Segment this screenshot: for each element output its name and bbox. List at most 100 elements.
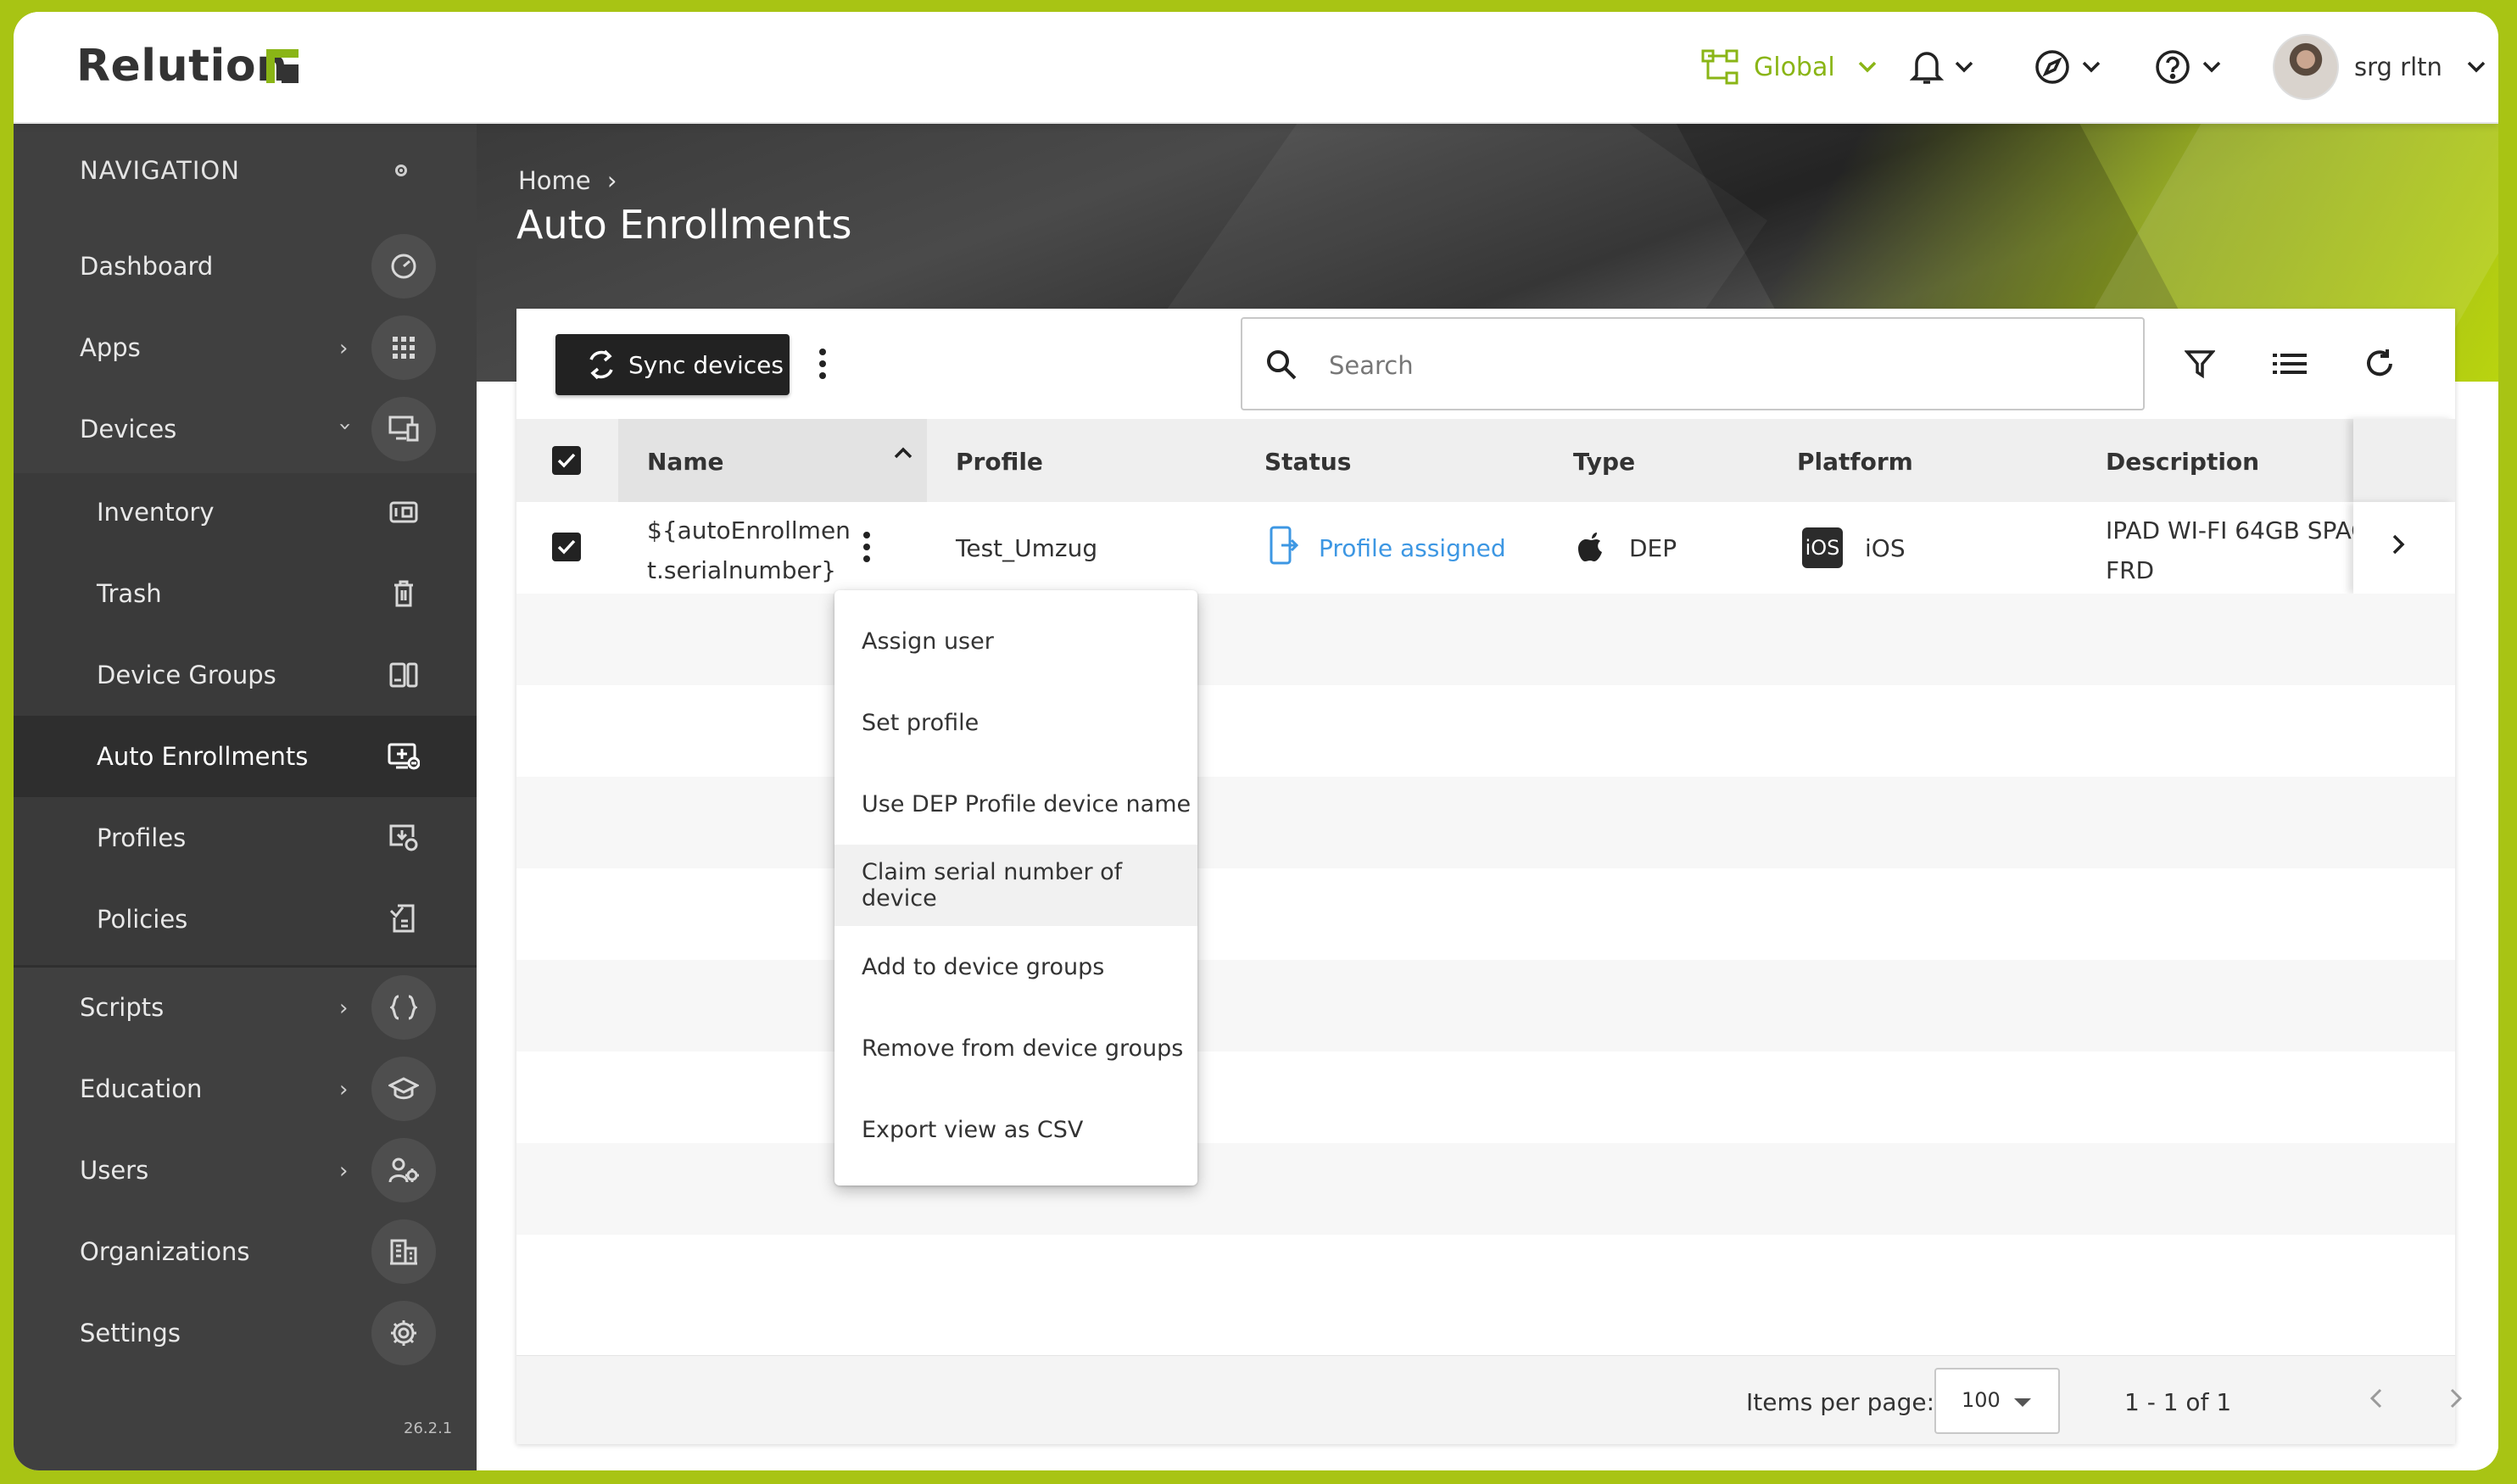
filter-button[interactable] bbox=[2179, 343, 2221, 385]
sidebar-item-scripts[interactable]: Scripts › bbox=[14, 967, 477, 1048]
auto-enrollment-icon bbox=[371, 724, 436, 789]
sidebar-item-education[interactable]: Education › bbox=[14, 1048, 477, 1130]
brand-logo-mark bbox=[266, 49, 299, 83]
explore-button[interactable] bbox=[2034, 37, 2101, 97]
avatar bbox=[2273, 34, 2339, 100]
chevron-down-icon bbox=[1858, 61, 1876, 73]
sidebar-item-trash[interactable]: Trash bbox=[14, 553, 477, 634]
sidebar-item-device-groups[interactable]: Device Groups bbox=[14, 634, 477, 716]
chevron-down-icon bbox=[2202, 61, 2221, 73]
breadcrumb-home[interactable]: Home bbox=[518, 166, 591, 195]
column-header-status[interactable]: Status bbox=[1264, 448, 1351, 476]
items-per-page-select[interactable]: 100 bbox=[1934, 1368, 2060, 1434]
sidebar-item-users[interactable]: Users › bbox=[14, 1130, 477, 1211]
empty-row bbox=[516, 685, 2455, 777]
sidebar-item-label: Organizations bbox=[80, 1237, 250, 1266]
sidebar-item-label: Apps bbox=[80, 333, 141, 362]
empty-row bbox=[516, 1235, 2455, 1355]
chevron-right-icon[interactable] bbox=[2391, 533, 2406, 556]
column-header-platform[interactable]: Platform bbox=[1797, 448, 1913, 476]
items-per-page-label: Items per page: bbox=[1746, 1388, 1935, 1416]
previous-page-icon[interactable] bbox=[2369, 1386, 2384, 1410]
graduation-cap-icon bbox=[371, 1057, 436, 1121]
cell-status-link[interactable]: Profile assigned bbox=[1319, 534, 1506, 562]
pin-sidebar-icon[interactable] bbox=[395, 165, 407, 176]
inventory-icon bbox=[371, 480, 436, 544]
menu-item-label: Export view as CSV bbox=[862, 1116, 1084, 1143]
chevron-down-icon bbox=[2082, 61, 2101, 73]
sidebar-item-profiles[interactable]: Profiles bbox=[14, 797, 477, 879]
search-box[interactable] bbox=[1241, 317, 2145, 410]
more-actions-icon[interactable] bbox=[810, 343, 835, 385]
dropdown-caret-icon bbox=[2014, 1398, 2031, 1407]
column-header-profile[interactable]: Profile bbox=[956, 448, 1043, 476]
compass-icon bbox=[2035, 50, 2069, 84]
list-icon bbox=[2273, 354, 2307, 374]
column-header-type[interactable]: Type bbox=[1573, 448, 1635, 476]
top-bar: Relution Global srg rltn bbox=[14, 12, 2498, 124]
user-menu[interactable]: srg rltn bbox=[2273, 34, 2486, 100]
columns-button[interactable] bbox=[2269, 343, 2311, 385]
sidebar-item-label: Education bbox=[80, 1074, 203, 1103]
sidebar-item-label: Profiles bbox=[97, 823, 187, 852]
sidebar-item-devices[interactable]: Devices › bbox=[14, 388, 477, 470]
empty-row bbox=[516, 960, 2455, 1052]
sidebar-item-organizations[interactable]: Organizations bbox=[14, 1211, 477, 1292]
row-open-cell[interactable] bbox=[2353, 502, 2455, 594]
sidebar-item-inventory[interactable]: Inventory bbox=[14, 471, 477, 553]
menu-item-use-dep-profile-name[interactable]: Use DEP Profile device name bbox=[834, 763, 1197, 845]
row-checkbox[interactable] bbox=[552, 533, 581, 561]
cell-type: DEP bbox=[1629, 534, 1677, 562]
cell-description: IPAD WI-FI 64GB SPACE FRD bbox=[2106, 510, 2353, 590]
sidebar-item-apps[interactable]: Apps › bbox=[14, 307, 477, 388]
menu-item-claim-serial-number[interactable]: Claim serial number of device bbox=[834, 845, 1197, 926]
refresh-button[interactable] bbox=[2358, 343, 2401, 385]
menu-item-remove-from-device-groups[interactable]: Remove from device groups bbox=[834, 1007, 1197, 1089]
menu-item-set-profile[interactable]: Set profile bbox=[834, 682, 1197, 763]
table-header: Name Profile Status Type Platform Descri… bbox=[516, 419, 2455, 502]
row-actions-icon[interactable] bbox=[854, 526, 879, 568]
sidebar-item-dashboard[interactable]: Dashboard bbox=[14, 226, 477, 307]
sidebar-item-label: Device Groups bbox=[97, 661, 276, 689]
sidebar-item-settings[interactable]: Settings bbox=[14, 1292, 477, 1374]
brand-logo-text[interactable]: Relution bbox=[76, 41, 288, 92]
scope-label: Global bbox=[1754, 52, 1835, 82]
breadcrumb[interactable]: Home › bbox=[518, 166, 617, 195]
sidebar-item-auto-enrollments[interactable]: Auto Enrollments bbox=[14, 716, 477, 797]
sort-ascending-icon[interactable] bbox=[893, 446, 913, 460]
select-all-checkbox[interactable] bbox=[552, 446, 581, 475]
sidebar-item-label: Trash bbox=[97, 579, 162, 608]
sidebar-item-policies[interactable]: Policies bbox=[14, 879, 477, 960]
menu-item-assign-user[interactable]: Assign user bbox=[834, 600, 1197, 682]
cell-name: ${autoEnrollmen t.serialnumber} bbox=[647, 510, 851, 590]
grid-icon bbox=[371, 315, 436, 380]
sidebar-item-label: Auto Enrollments bbox=[97, 742, 309, 771]
notifications-button[interactable] bbox=[1910, 37, 1974, 97]
table-row[interactable]: ${autoEnrollmen t.serialnumber} Test_Umz… bbox=[516, 502, 2455, 594]
chevron-right-icon: › bbox=[339, 336, 349, 361]
cell-description-line: IPAD WI-FI 64GB SPACE bbox=[2106, 516, 2353, 544]
app-window: Relution Global srg rltn NAVIGATION Dash… bbox=[14, 12, 2498, 1470]
help-button[interactable] bbox=[2154, 37, 2222, 97]
sidebar-item-label: Scripts bbox=[80, 993, 165, 1022]
column-header-description[interactable]: Description bbox=[2106, 448, 2259, 476]
scope-selector[interactable]: Global bbox=[1701, 37, 1878, 97]
empty-row bbox=[516, 594, 2455, 685]
cell-description-line: FRD bbox=[2106, 556, 2155, 584]
sync-icon bbox=[589, 349, 613, 380]
menu-item-add-to-device-groups[interactable]: Add to device groups bbox=[834, 926, 1197, 1007]
paginator: Items per page: 100 1 - 1 of 1 bbox=[516, 1355, 2463, 1444]
menu-item-label: Claim serial number of device bbox=[862, 859, 1123, 912]
sync-devices-button[interactable]: Sync devices bbox=[555, 334, 790, 395]
trash-icon bbox=[371, 561, 436, 626]
search-input[interactable] bbox=[1327, 343, 2094, 388]
menu-item-export-csv[interactable]: Export view as CSV bbox=[834, 1089, 1197, 1170]
next-page-icon[interactable] bbox=[2448, 1386, 2464, 1410]
column-header-name[interactable]: Name bbox=[647, 448, 724, 476]
chevron-down-icon: › bbox=[332, 421, 359, 432]
search-icon bbox=[1267, 350, 1297, 380]
cell-profile: Test_Umzug bbox=[956, 534, 1098, 562]
menu-item-label: Set profile bbox=[862, 709, 979, 736]
sidebar-item-label: Settings bbox=[80, 1319, 181, 1347]
braces-icon bbox=[371, 975, 436, 1040]
